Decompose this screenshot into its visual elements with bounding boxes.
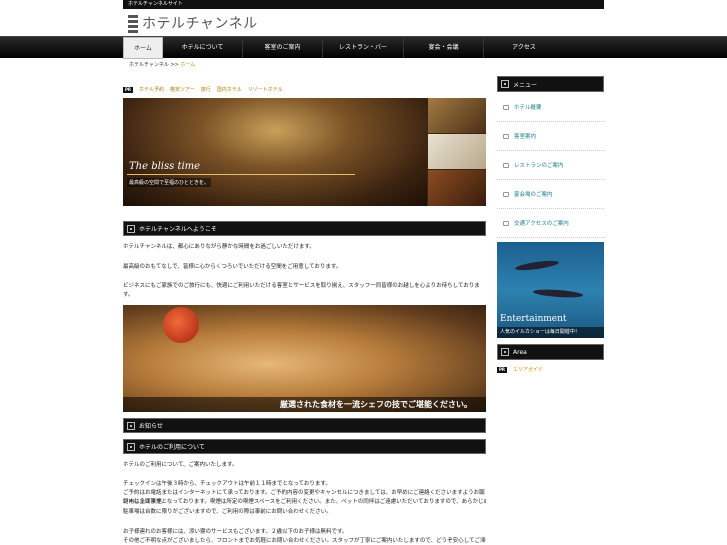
pr-link[interactable]: 格安ツアー bbox=[170, 86, 195, 93]
section-heading-intro: ホテルチャンネルへようこそ bbox=[123, 221, 486, 236]
sidebar-item-label: 宴会場のご案内 bbox=[514, 192, 553, 198]
food-banner: 厳選された食材を一流シェフの技でご堪能ください。 bbox=[123, 305, 486, 412]
sidebar-menu-title: メニュー bbox=[513, 81, 538, 89]
hero-thumb-image bbox=[428, 134, 486, 169]
entertainment-label: Entertainment bbox=[500, 314, 567, 324]
pr-link[interactable]: 旅行 bbox=[201, 86, 211, 93]
top-strip: ホテルチャンネルサイト bbox=[0, 0, 727, 9]
pr-link[interactable]: 国内ホテル bbox=[217, 86, 242, 93]
bullet-icon bbox=[503, 220, 509, 226]
nav-item-about[interactable]: ホテルについて bbox=[163, 37, 243, 58]
guide-paragraph: チェックインは午後３時から、チェックアウトは午前１１時までとなっております。 bbox=[123, 481, 331, 487]
section-heading-guide: ホテルのご利用について bbox=[123, 439, 486, 454]
breadcrumb: ホテルチャンネル >> ホーム bbox=[129, 61, 195, 68]
pr-link[interactable]: リゾートホテル bbox=[248, 86, 283, 93]
intro-paragraph: ホテルチャンネルは、都心にありながら静かな時間をお過ごしいただけます。 bbox=[123, 244, 315, 250]
hero-thumb-image bbox=[428, 170, 486, 206]
sidebar-item-label: 交通アクセスのご案内 bbox=[514, 221, 569, 227]
section-heading-news: お知らせ bbox=[123, 418, 486, 433]
nav-item-home[interactable]: ホーム bbox=[123, 37, 163, 59]
food-image bbox=[163, 307, 199, 343]
entertainment-banner[interactable]: Entertainment 人気のイルカショーは毎日開催中！ bbox=[497, 242, 604, 338]
hero-thumb-image bbox=[428, 98, 486, 133]
sidebar-item-restaurant[interactable]: レストランのご案内 bbox=[497, 151, 604, 180]
sidebar-item-banquet[interactable]: 宴会場のご案内 bbox=[497, 180, 604, 209]
bullet-icon bbox=[503, 162, 509, 168]
section-icon bbox=[127, 224, 135, 233]
breadcrumb-parent[interactable]: ホテルチャンネル bbox=[129, 62, 169, 68]
area-link-row: PR エリアガイド bbox=[497, 366, 543, 373]
sidebar-item-label: 客室案内 bbox=[514, 134, 537, 140]
nav-item-restaurant[interactable]: レストラン・バー bbox=[323, 37, 404, 58]
logo-text: ホテルチャンネル bbox=[142, 16, 258, 32]
pr-links: PR ホテル予約 格安ツアー 旅行 国内ホテル リゾートホテル bbox=[123, 86, 283, 93]
hero-divider bbox=[127, 174, 355, 175]
hero-banner: The bliss time 最高級の空間で至福のひとときを。 bbox=[123, 98, 486, 206]
sidebar-item-overview[interactable]: ホテル概要 bbox=[497, 93, 604, 122]
section-icon bbox=[127, 442, 135, 451]
hero-caption: 最高級の空間で至福のひとときを。 bbox=[127, 178, 211, 187]
section-icon bbox=[127, 421, 135, 430]
nav-item-rooms[interactable]: 客室のご案内 bbox=[243, 37, 323, 58]
pr-badge: PR bbox=[123, 86, 134, 93]
top-strip-text: ホテルチャンネルサイト bbox=[123, 0, 604, 9]
global-nav: ホーム ホテルについて 客室のご案内 レストラン・バー 宴会・会議 アクセス bbox=[0, 36, 727, 59]
guide-paragraph: その他ご不明な点がございましたら、フロントまでお気軽にお問い合わせください。スタ… bbox=[123, 538, 486, 544]
hero-main-image bbox=[123, 98, 427, 206]
guide-lead: ホテルのご利用について、ご案内いたします。 bbox=[123, 462, 238, 468]
hero-script-text: The bliss time bbox=[129, 161, 201, 172]
dolphin-image bbox=[532, 288, 584, 299]
bullet-icon bbox=[503, 104, 509, 110]
intro-paragraph: ビジネスにもご家族でのご旅行にも、快適にご利用いただける客室とサービスを取り揃え… bbox=[123, 283, 480, 298]
sidebar-area-title: Area bbox=[513, 348, 527, 356]
section-title: お知らせ bbox=[139, 423, 163, 430]
section-icon bbox=[501, 80, 509, 88]
entertainment-caption: 人気のイルカショーは毎日開催中！ bbox=[497, 327, 604, 338]
bullet-icon bbox=[503, 133, 509, 139]
sidebar-item-label: ホテル概要 bbox=[514, 105, 542, 111]
area-link[interactable]: エリアガイド bbox=[513, 366, 543, 373]
section-title: ホテルのご利用について bbox=[139, 444, 205, 451]
guide-paragraph: 館内は全面禁煙となっております。喫煙は所定の喫煙スペースをご利用ください。また、… bbox=[123, 499, 486, 505]
sidebar-item-access[interactable]: 交通アクセスのご案内 bbox=[497, 209, 604, 238]
sidebar-item-rooms[interactable]: 客室案内 bbox=[497, 122, 604, 151]
site-header: ホテルチャンネル bbox=[0, 9, 727, 36]
bullet-icon bbox=[503, 191, 509, 197]
nav-item-access[interactable]: アクセス bbox=[484, 37, 564, 58]
nav-item-banquet[interactable]: 宴会・会議 bbox=[404, 37, 484, 58]
intro-paragraph: 最高級のおもてなしで、皆様に心からくつろいでいただける空間をご用意しております。 bbox=[123, 264, 342, 270]
food-caption: 厳選された食材を一流シェフの技でご堪能ください。 bbox=[123, 397, 486, 412]
dolphin-image bbox=[514, 258, 560, 273]
pr-badge: PR bbox=[497, 366, 508, 373]
site-logo[interactable]: ホテルチャンネル bbox=[128, 13, 258, 35]
section-icon bbox=[501, 348, 509, 356]
sidebar-area-heading: Area bbox=[497, 344, 604, 360]
guide-paragraph: 駐車場は台数に限りがございますので、ご利用の際は事前にお問い合わせください。 bbox=[123, 509, 332, 515]
building-icon bbox=[128, 15, 138, 33]
breadcrumb-separator: >> bbox=[170, 62, 179, 68]
guide-paragraph: お子様連れのお客様には、添い寝のサービスもございます。２歳以下のお子様は無料です… bbox=[123, 529, 348, 535]
sidebar-item-label: レストランのご案内 bbox=[514, 163, 564, 169]
sidebar-menu-heading: メニュー bbox=[497, 76, 604, 92]
breadcrumb-current: ホーム bbox=[180, 62, 196, 68]
pr-link[interactable]: ホテル予約 bbox=[139, 86, 164, 93]
section-title: ホテルチャンネルへようこそ bbox=[139, 226, 217, 233]
